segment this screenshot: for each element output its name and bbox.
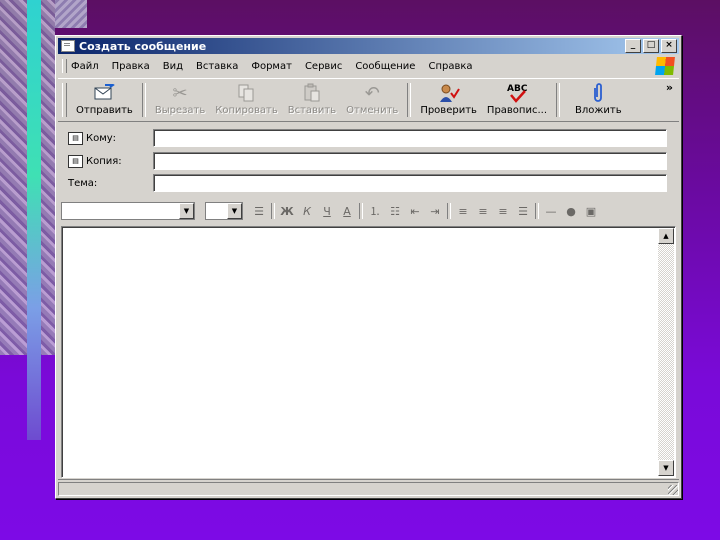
- new-message-window: Создать сообщение _ □ × Файл Правка Вид …: [55, 35, 682, 499]
- check-names-icon: [437, 82, 461, 104]
- scissors-icon: ✂: [172, 82, 188, 104]
- status-bar: [58, 479, 679, 496]
- copy-icon: [234, 82, 258, 104]
- chevron-down-icon: ▼: [179, 203, 194, 219]
- menu-grip[interactable]: [62, 59, 67, 73]
- subject-row: Тема:: [68, 174, 667, 192]
- undo-button[interactable]: ↶ Отменить: [341, 82, 403, 117]
- toolbar-grip[interactable]: [62, 83, 67, 117]
- bullet-list-icon[interactable]: ☷: [385, 205, 405, 218]
- format-separator: [359, 203, 363, 219]
- to-label: Кому:: [86, 132, 117, 144]
- slide-decoration-pattern-top: [55, 0, 87, 28]
- status-cell: [58, 482, 679, 496]
- to-field[interactable]: [153, 129, 667, 147]
- cut-button[interactable]: ✂ Вырезать: [150, 82, 210, 117]
- spelling-button[interactable]: ABC Правопис...: [482, 82, 552, 116]
- indent-icon[interactable]: ⇥: [425, 205, 445, 218]
- font-name-select[interactable]: ▼: [61, 202, 195, 220]
- horizontal-line-icon[interactable]: —: [541, 205, 561, 218]
- subject-label-group: Тема:: [68, 178, 153, 189]
- numbered-list-icon[interactable]: ⒈: [365, 203, 385, 219]
- menu-file[interactable]: Файл: [71, 61, 99, 72]
- menu-insert[interactable]: Вставка: [196, 61, 238, 72]
- address-book-icon: ▤: [68, 154, 83, 168]
- underline-icon[interactable]: Ч: [317, 205, 337, 218]
- menu-view[interactable]: Вид: [163, 61, 183, 72]
- to-row: ▤ Кому:: [68, 129, 667, 147]
- menu-bar: Файл Правка Вид Вставка Формат Сервис Со…: [58, 56, 679, 76]
- send-button[interactable]: Отправить: [71, 82, 138, 116]
- attach-button[interactable]: Вложить: [570, 82, 627, 116]
- slide-decoration-bar: [27, 0, 41, 440]
- scroll-down-icon[interactable]: ▼: [658, 460, 674, 476]
- toolbar-separator: [556, 83, 560, 117]
- toolbar-more-chevron[interactable]: »: [666, 81, 673, 94]
- justify-icon[interactable]: ☰: [513, 205, 533, 218]
- close-button[interactable]: ×: [661, 39, 677, 53]
- address-book-icon: ▤: [68, 131, 83, 145]
- menu-format[interactable]: Формат: [251, 61, 292, 72]
- message-body[interactable]: ▲ ▼: [61, 226, 676, 478]
- align-center-icon[interactable]: ≡: [473, 205, 493, 218]
- paste-button[interactable]: Вставить: [283, 82, 341, 116]
- resize-grip-icon[interactable]: [668, 485, 678, 495]
- format-separator: [447, 203, 451, 219]
- bold-icon[interactable]: Ж: [277, 205, 297, 218]
- main-toolbar: Отправить ✂ Вырезать Копировать Вставить…: [58, 78, 679, 122]
- menu-edit[interactable]: Правка: [112, 61, 150, 72]
- format-separator: [535, 203, 539, 219]
- italic-icon[interactable]: К: [297, 205, 317, 218]
- minimize-button[interactable]: _: [625, 39, 641, 53]
- vertical-scrollbar[interactable]: ▲ ▼: [658, 228, 674, 476]
- subject-label: Тема:: [68, 177, 98, 189]
- maximize-button[interactable]: □: [643, 39, 659, 53]
- toolbar-separator: [141, 83, 146, 117]
- windows-logo-icon: [655, 57, 675, 75]
- scroll-up-icon[interactable]: ▲: [658, 228, 674, 244]
- chevron-down-icon: ▼: [227, 203, 242, 219]
- send-icon: [92, 82, 116, 104]
- message-icon: [61, 40, 75, 52]
- align-right-icon[interactable]: ≡: [493, 205, 513, 218]
- copy-button[interactable]: Копировать: [210, 82, 282, 116]
- undo-icon: ↶: [364, 82, 380, 104]
- font-size-select[interactable]: ▼: [205, 202, 243, 220]
- menu-help[interactable]: Справка: [428, 61, 472, 72]
- paragraph-style-icon[interactable]: ☰: [249, 205, 269, 218]
- to-label-group[interactable]: ▤ Кому:: [68, 131, 153, 145]
- window-title: Создать сообщение: [79, 39, 207, 53]
- toolbar-separator: [407, 83, 412, 117]
- outdent-icon[interactable]: ⇤: [405, 205, 425, 218]
- font-color-icon[interactable]: А: [337, 205, 357, 218]
- cc-field[interactable]: [153, 152, 667, 170]
- cc-label-group[interactable]: ▤ Копия:: [68, 154, 153, 168]
- check-names-button[interactable]: Проверить: [415, 82, 482, 116]
- align-left-icon[interactable]: ≡: [453, 205, 473, 218]
- insert-image-icon[interactable]: ▣: [581, 205, 601, 218]
- paste-icon: [300, 82, 324, 104]
- abc-spelling-icon: ABC: [505, 82, 529, 104]
- hyperlink-icon[interactable]: ●: [561, 205, 581, 218]
- format-separator: [271, 203, 275, 219]
- window-controls: _ □ ×: [625, 39, 677, 53]
- format-toolbar: ▼ ▼ ☰ Ж К Ч А ⒈ ☷ ⇤ ⇥ ≡ ≡ ≡ ☰ — ● ▣: [61, 200, 676, 222]
- cc-row: ▤ Копия:: [68, 152, 667, 170]
- title-bar[interactable]: Создать сообщение _ □ ×: [58, 38, 679, 54]
- menu-tools[interactable]: Сервис: [305, 61, 342, 72]
- cc-label: Копия:: [86, 155, 122, 167]
- menu-message[interactable]: Сообщение: [355, 61, 415, 72]
- paperclip-icon: [586, 82, 610, 104]
- subject-field[interactable]: [153, 174, 667, 192]
